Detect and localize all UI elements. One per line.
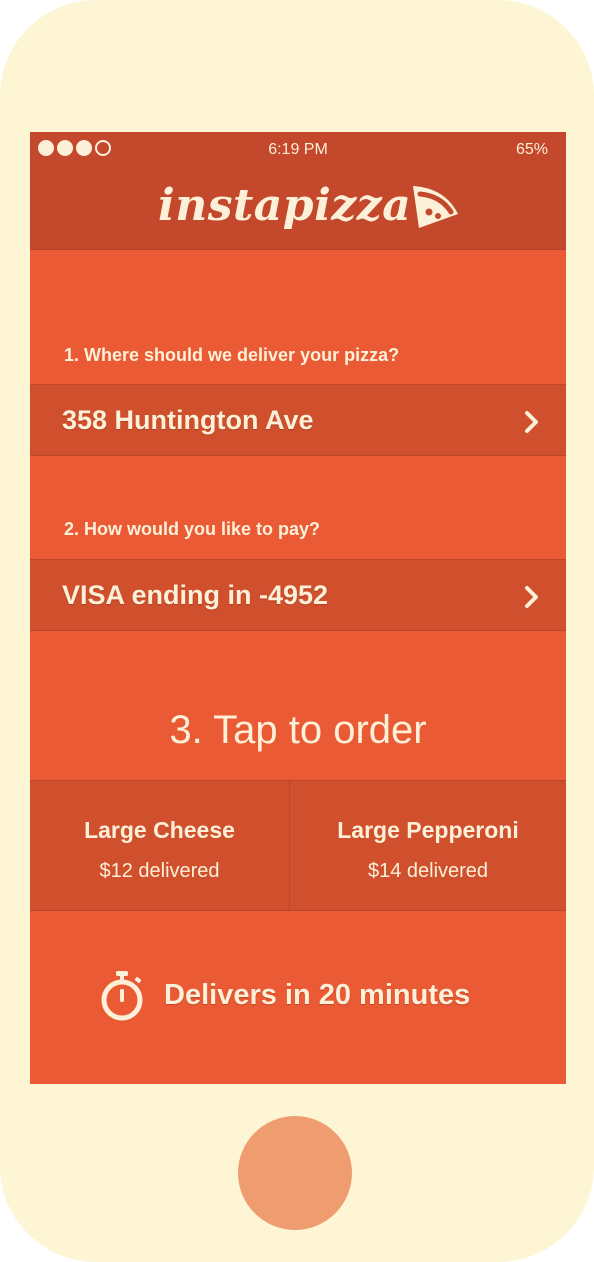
order-large-cheese-button[interactable]: Large Cheese $12 delivered bbox=[30, 781, 289, 910]
payment-method: VISA ending in -4952 bbox=[62, 580, 329, 610]
payment-method-row[interactable]: VISA ending in -4952 bbox=[30, 559, 566, 631]
delivery-address: 358 Huntington Ave bbox=[62, 405, 314, 435]
delivery-estimate: Delivers in 20 minutes bbox=[100, 966, 540, 1026]
chevron-right-icon bbox=[525, 586, 538, 608]
delivery-time-text: Delivers in 20 minutes bbox=[164, 979, 471, 1011]
tap-to-order-title: 3. Tap to order bbox=[169, 708, 427, 752]
app-screen: 6:19 PM 65% instapizza 1. Where should w… bbox=[30, 132, 566, 1084]
stopwatch-icon bbox=[101, 971, 143, 1021]
payment-question: 2. How would you like to pay? bbox=[64, 519, 321, 539]
app-logo-text: instapizza bbox=[158, 180, 412, 231]
chevron-right-icon bbox=[525, 411, 538, 433]
pizza-price: $12 delivered bbox=[99, 860, 220, 882]
pizza-name: Large Pepperoni bbox=[337, 817, 519, 843]
pizza-price: $14 delivered bbox=[367, 860, 489, 882]
order-large-pepperoni-button[interactable]: Large Pepperoni $14 delivered bbox=[289, 781, 566, 910]
phone-frame: 6:19 PM 65% instapizza 1. Where should w… bbox=[0, 0, 594, 1262]
pizza-name: Large Cheese bbox=[84, 817, 235, 843]
home-button[interactable] bbox=[238, 1116, 352, 1230]
pizza-slice-icon bbox=[413, 186, 458, 228]
status-bar: 6:19 PM 65% bbox=[30, 132, 566, 166]
header: instapizza bbox=[30, 166, 566, 250]
delivery-question: 1. Where should we deliver your pizza? bbox=[64, 345, 400, 365]
delivery-address-row[interactable]: 358 Huntington Ave bbox=[30, 384, 566, 456]
battery-percentage: 65% bbox=[515, 141, 548, 158]
pizza-options: Large Cheese $12 delivered Large Peppero… bbox=[30, 780, 566, 911]
status-time: 6:19 PM bbox=[268, 141, 328, 158]
